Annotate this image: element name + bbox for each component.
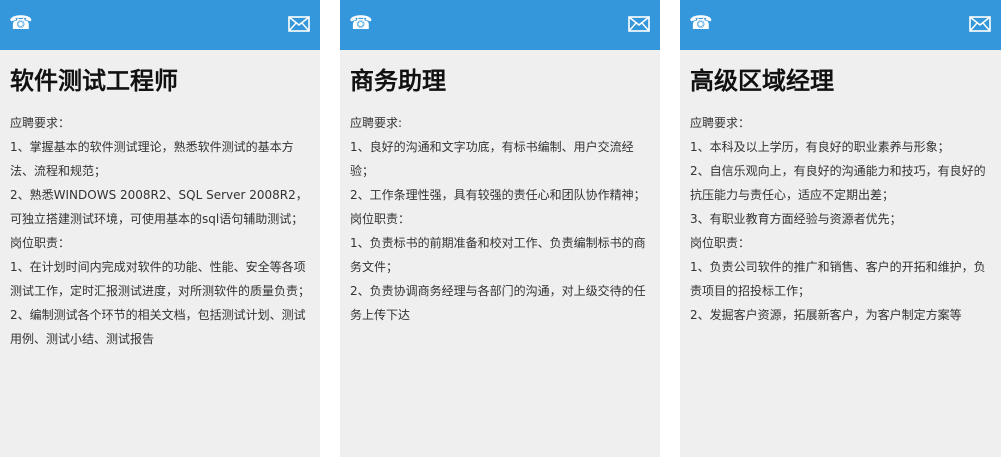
requirements-heading: 应聘要求： [690, 116, 751, 130]
duties-heading: 岗位职责： [690, 236, 751, 250]
mail-icon[interactable] [969, 16, 991, 32]
phone-icon[interactable]: ☎ [349, 14, 373, 33]
requirement-item: 2、工作条理性强，具有较强的责任心和团队协作精神； [350, 188, 646, 202]
card-header: ☎ [340, 0, 660, 50]
requirement-item: 2、自信乐观向上，有良好的沟通能力和技巧，有良好的抗压能力与责任心，适应不定期出… [690, 164, 986, 202]
mail-icon[interactable] [288, 16, 310, 32]
requirements-heading: 应聘要求： [10, 116, 71, 130]
requirement-item: 1、良好的沟通和文字功底，有标书编制、用户交流经验； [350, 140, 634, 178]
card-header: ☎ [680, 0, 1001, 50]
duty-item: 2、发掘客户资源，拓展新客户，为客户制定方案等 [690, 308, 962, 322]
requirements-heading: 应聘要求: [350, 116, 403, 130]
duty-item: 2、编制测试各个环节的相关文档，包括测试计划、测试用例、测试小结、测试报告 [10, 308, 306, 346]
requirement-item: 2、熟悉WINDOWS 2008R2、SQL Server 2008R2，可独立… [10, 188, 308, 226]
duty-item: 1、在计划时间内完成对软件的功能、性能、安全等各项测试工作，定时汇报测试进度，对… [10, 260, 311, 298]
mail-icon[interactable] [628, 16, 650, 32]
duty-item: 1、负责标书的前期准备和校对工作、负责编制标书的商务文件； [350, 236, 646, 274]
duty-item: 1、负责公司软件的推广和销售、客户的开拓和维护，负责项目的招投标工作； [690, 260, 986, 298]
phone-icon[interactable]: ☎ [9, 14, 33, 33]
job-description: 应聘要求： 1、本科及以上学历，有良好的职业素养与形象； 2、自信乐观向上，有良… [680, 101, 1001, 327]
job-title: 高级区域经理 [690, 67, 834, 95]
job-card-business-assistant: ☎ 商务助理 应聘要求: 1、良好的沟通和文字功底，有标书编制、用户交流经验； … [340, 0, 660, 457]
duties-heading: 岗位职责： [350, 212, 411, 226]
job-title: 软件测试工程师 [10, 67, 178, 95]
job-description: 应聘要求: 1、良好的沟通和文字功底，有标书编制、用户交流经验； 2、工作条理性… [340, 101, 660, 327]
job-card-senior-regional-manager: ☎ 高级区域经理 应聘要求： 1、本科及以上学历，有良好的职业素养与形象； 2、… [680, 0, 1001, 457]
job-title: 商务助理 [350, 67, 446, 95]
requirement-item: 1、本科及以上学历，有良好的职业素养与形象； [690, 140, 950, 154]
card-header: ☎ [0, 0, 320, 50]
job-card-software-test-engineer: ☎ 软件测试工程师 应聘要求： 1、掌握基本的软件测试理论，熟悉软件测试的基本方… [0, 0, 320, 457]
job-description: 应聘要求： 1、掌握基本的软件测试理论，熟悉软件测试的基本方法、流程和规范； 2… [0, 101, 320, 351]
phone-icon[interactable]: ☎ [689, 14, 713, 33]
duties-heading: 岗位职责： [10, 236, 71, 250]
requirement-item: 1、掌握基本的软件测试理论，熟悉软件测试的基本方法、流程和规范； [10, 140, 294, 178]
duty-item: 2、负责协调商务经理与各部门的沟通，对上级交待的任务上传下达 [350, 284, 646, 322]
requirement-item: 3、有职业教育方面经验与资源者优先； [690, 212, 902, 226]
job-cards: ☎ 软件测试工程师 应聘要求： 1、掌握基本的软件测试理论，熟悉软件测试的基本方… [0, 0, 1001, 457]
